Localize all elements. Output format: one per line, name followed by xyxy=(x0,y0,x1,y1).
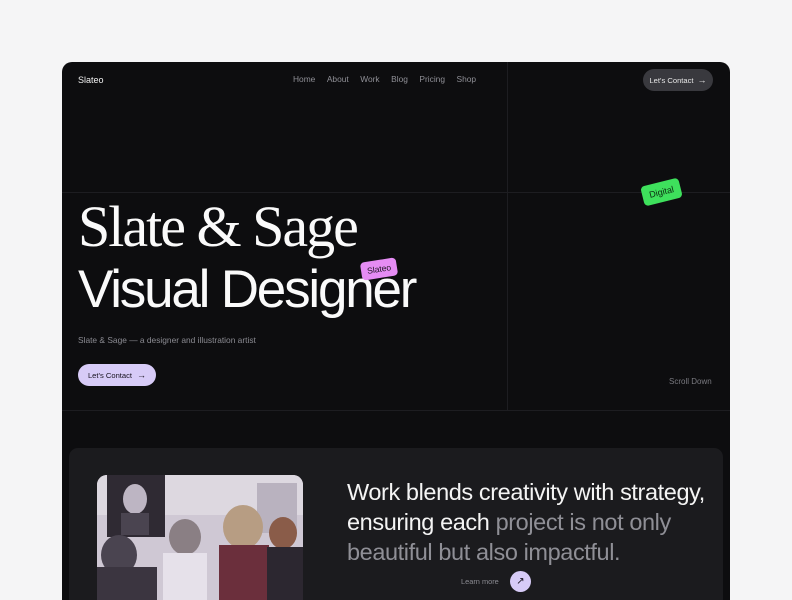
learn-more-link[interactable]: Learn more xyxy=(461,577,499,586)
header-contact-button[interactable]: Let's Contact → xyxy=(643,69,713,91)
team-photo xyxy=(97,475,303,600)
grid-line-horizontal-bottom xyxy=(62,410,730,411)
nav-home[interactable]: Home xyxy=(293,74,315,84)
arrow-right-icon: → xyxy=(137,369,147,380)
hero-frame: Slateo Home About Work Blog Pricing Shop… xyxy=(62,62,730,600)
grid-line-horizontal-top xyxy=(62,192,730,193)
site-logo[interactable]: Slateo xyxy=(78,75,104,85)
nav-blog[interactable]: Blog xyxy=(391,74,408,84)
hero-title-line1: Slate & Sage xyxy=(78,194,359,259)
nav-work[interactable]: Work xyxy=(360,74,379,84)
arrow-up-right-icon: ↗ xyxy=(516,576,525,587)
tag-digital: Digital xyxy=(640,177,683,207)
arrow-right-icon: → xyxy=(697,74,707,85)
nav-about[interactable]: About xyxy=(327,74,349,84)
team-photo-illustration xyxy=(97,475,303,600)
nav-shop[interactable]: Shop xyxy=(457,74,477,84)
hero-subtitle: Slate & Sage — a designer and illustrati… xyxy=(78,335,256,345)
learn-more-button[interactable]: ↗ xyxy=(510,571,531,592)
main-nav: Home About Work Blog Pricing Shop xyxy=(293,74,488,84)
scroll-down-link[interactable]: Scroll Down xyxy=(669,377,712,386)
hero-contact-button[interactable]: Let's Contact → xyxy=(78,364,156,386)
grid-line-vertical xyxy=(507,62,508,410)
header-contact-label: Let's Contact xyxy=(649,75,694,85)
hero-contact-label: Let's Contact xyxy=(87,370,133,380)
about-text: Work blends creativity with strategy, en… xyxy=(347,477,707,567)
nav-pricing[interactable]: Pricing xyxy=(419,74,445,84)
about-card: Work blends creativity with strategy, en… xyxy=(69,448,723,600)
